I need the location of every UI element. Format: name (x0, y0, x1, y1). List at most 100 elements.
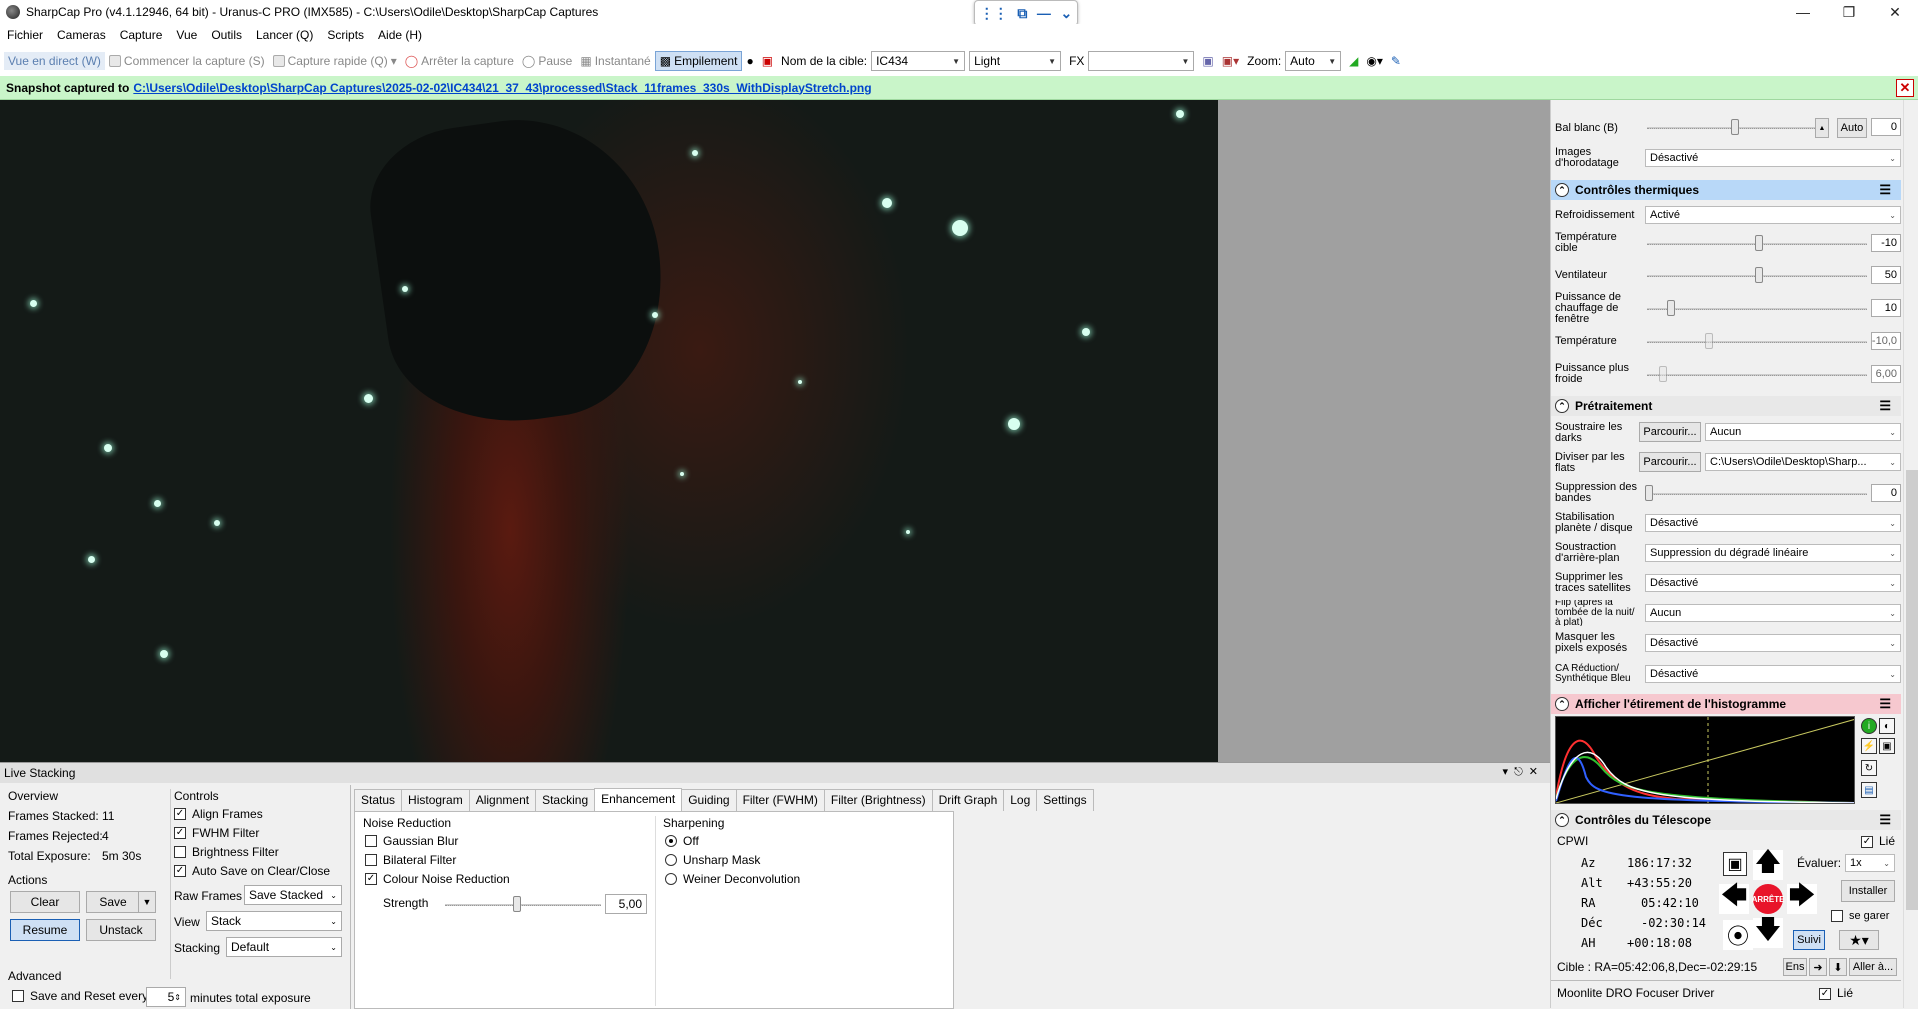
slider-thumb[interactable] (513, 896, 521, 912)
menu-file[interactable]: Fichier (0, 28, 50, 42)
hamburger-icon[interactable]: ☰ (1879, 812, 1891, 828)
menu-capture[interactable]: Capture (113, 28, 170, 42)
tab-guiding[interactable]: Guiding (681, 789, 737, 811)
auto-button[interactable]: Auto (1837, 118, 1867, 138)
save-reset-checkbox[interactable]: Save and Reset every (12, 989, 148, 1003)
snapshot-path-link[interactable]: C:\Users\Odile\Desktop\SharpCap Captures… (133, 81, 871, 95)
fan-value[interactable]: 50 (1871, 266, 1901, 284)
pause-button[interactable]: ◯ Pause (518, 52, 576, 70)
histogram-section-header[interactable]: ⌃ Afficher l'étirement de l'histogramme … (1551, 694, 1901, 714)
save-icon[interactable]: ▤ (1861, 782, 1877, 798)
browse-flats-button[interactable]: Parcourir... (1639, 452, 1701, 472)
mount-linked-checkbox[interactable]: ✓ Lié (1861, 834, 1895, 848)
heater-slider[interactable] (1647, 300, 1867, 316)
tab-filter-fwhm[interactable]: Filter (FWHM) (735, 789, 825, 811)
white-balance-value[interactable]: 0 (1871, 118, 1901, 136)
slider-thumb[interactable] (1731, 119, 1739, 135)
stabilization-select[interactable]: Désactivé ⌄ (1645, 514, 1901, 532)
pin-icon[interactable]: ✎ (1387, 52, 1405, 70)
hamburger-icon[interactable]: ☰ (1879, 398, 1891, 414)
histogram-graph[interactable] (1555, 716, 1855, 804)
strength-value[interactable]: 5,00 (605, 894, 647, 914)
stacking-button[interactable]: ▩ Empilement (654, 51, 743, 71)
clear-button[interactable]: Clear (10, 891, 80, 913)
crosshair-icon[interactable]: ▣ (1198, 52, 1217, 70)
darks-select[interactable]: Aucun ⌄ (1705, 423, 1901, 441)
slider-thumb[interactable] (1755, 235, 1763, 251)
weiner-radio[interactable]: Weiner Deconvolution (665, 872, 800, 886)
close-window-icon[interactable]: ✕ (1872, 0, 1918, 24)
minutes-stepper[interactable]: 5 ⇕ (146, 987, 186, 1007)
tab-drift-graph[interactable]: Drift Graph (931, 789, 1005, 811)
colour-noise-checkbox[interactable]: ✓ Colour Noise Reduction (365, 872, 510, 886)
scrollbar-thumb[interactable] (1906, 470, 1918, 910)
tab-status[interactable]: Status (354, 789, 403, 811)
rate-select[interactable]: 1x ⌄ (1845, 854, 1895, 872)
minimize-icon[interactable]: — (1780, 0, 1826, 24)
stacking-select[interactable]: Default ⌄ (226, 937, 342, 957)
timestamp-select[interactable]: Désactivé ⌄ (1645, 149, 1901, 167)
save-button[interactable]: Save (86, 891, 140, 913)
preprocessing-section-header[interactable]: ⌃ Prétraitement ☰ (1551, 396, 1901, 416)
ca-select[interactable]: Désactivé ⌄ (1645, 665, 1901, 683)
pin-panel-icon[interactable]: ⎋ (1514, 766, 1529, 778)
fan-slider[interactable] (1647, 267, 1867, 283)
heater-value[interactable]: 10 (1871, 299, 1901, 317)
collapse-icon[interactable]: ⌃ (1555, 813, 1569, 827)
arrow-right-small-icon[interactable]: ➜ (1809, 958, 1827, 976)
banding-value[interactable]: 0 (1871, 484, 1901, 502)
image-viewer[interactable] (0, 100, 1550, 762)
sphere-icon[interactable]: ● (742, 52, 757, 70)
collapse-icon[interactable]: ⌃ (1555, 697, 1569, 711)
collapse-icon[interactable]: ⌃ (1555, 399, 1569, 413)
start-capture-button[interactable]: Commencer la capture (S) (105, 52, 269, 70)
tab-histogram[interactable]: Histogram (401, 789, 470, 811)
unstack-button[interactable]: Unstack (86, 919, 156, 941)
slider-thumb[interactable] (1645, 485, 1653, 501)
arrow-down-icon[interactable]: 🡇 (1753, 914, 1783, 948)
browse-darks-button[interactable]: Parcourir... (1639, 422, 1701, 442)
satellite-select[interactable]: Désactivé ⌄ (1645, 574, 1901, 592)
menu-cameras[interactable]: Cameras (50, 28, 113, 42)
lock-icon[interactable]: ▣ (1879, 738, 1895, 754)
tab-filter-brightness[interactable]: Filter (Brightness) (823, 789, 933, 811)
target-temp-value[interactable]: -10 (1871, 234, 1901, 252)
stepper-icon[interactable]: ⇕ (174, 993, 181, 1002)
cooling-select[interactable]: Activé ⌄ (1645, 206, 1901, 224)
panel-scrollbar[interactable] (1903, 100, 1918, 1008)
reticle-icon[interactable]: ▣▾ (1218, 52, 1243, 70)
spin-icon[interactable]: ▲ (1815, 118, 1829, 138)
hamburger-icon[interactable]: ☰ (1879, 696, 1891, 712)
mask-select[interactable]: Désactivé ⌄ (1645, 634, 1901, 652)
install-button[interactable]: Installer (1841, 880, 1895, 902)
align-frames-checkbox[interactable]: ✓ Align Frames (174, 807, 263, 821)
arrow-down-small-icon[interactable]: ⬇ (1829, 958, 1847, 976)
autosave-checkbox[interactable]: ✓ Auto Save on Clear/Close (174, 864, 330, 878)
zoom-select[interactable]: Auto ▼ (1285, 51, 1342, 71)
slider-thumb[interactable] (1667, 300, 1675, 316)
thermal-section-header[interactable]: ⌃ Contrôles thermiques ☰ (1551, 180, 1901, 200)
fx-select[interactable]: ▼ (1088, 51, 1195, 71)
arrow-up-icon[interactable]: 🡅 (1753, 846, 1783, 880)
menu-launch[interactable]: Lancer (Q) (249, 28, 320, 42)
home-icon[interactable]: ▣ (1723, 852, 1747, 876)
close-panel-icon[interactable]: ✕ (1529, 766, 1544, 778)
sharpen-off-radio[interactable]: Off (665, 834, 699, 848)
brightness-filter-checkbox[interactable]: Brightness Filter (174, 845, 279, 859)
park-checkbox[interactable]: se garer (1831, 910, 1889, 923)
chevron-down-icon[interactable]: ⌄ (1060, 5, 1072, 22)
collapse-icon[interactable]: ⌃ (1555, 183, 1569, 197)
flats-select[interactable]: C:\Users\Odile\Desktop\Sharp... ⌄ (1705, 453, 1901, 471)
unsharp-mask-radio[interactable]: Unsharp Mask (665, 853, 760, 867)
dropdown-icon[interactable]: ▾ (1503, 766, 1515, 778)
magnifier-icon[interactable]: ◉▾ (1362, 52, 1387, 70)
tab-stacking[interactable]: Stacking (535, 789, 596, 811)
grid-icon[interactable]: ⋮⋮ (980, 5, 1008, 22)
gaussian-blur-checkbox[interactable]: Gaussian Blur (365, 834, 458, 848)
arrow-left-icon[interactable]: 🡄 (1719, 880, 1749, 914)
target-temp-slider[interactable] (1647, 235, 1867, 251)
menu-tools[interactable]: Outils (204, 28, 249, 42)
white-balance-slider[interactable] (1647, 119, 1817, 135)
tab-alignment[interactable]: Alignment (468, 789, 537, 811)
target-icon[interactable]: ⦿ (1723, 920, 1753, 950)
